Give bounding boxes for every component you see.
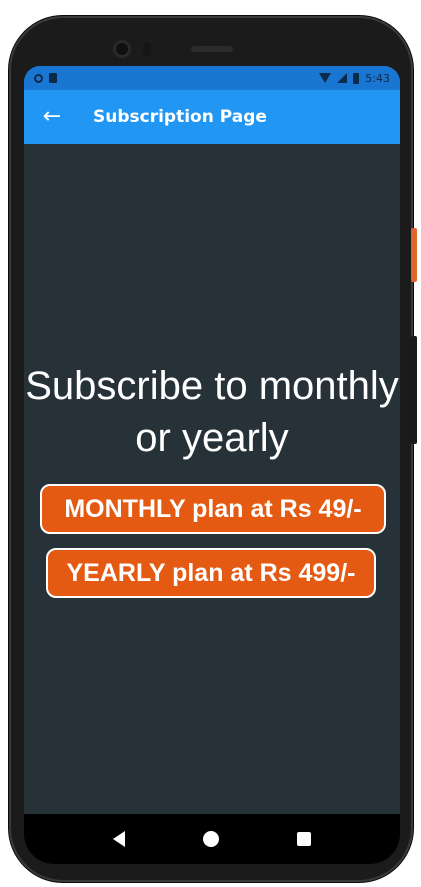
yearly-plan-button[interactable]: YEARLY plan at Rs 499/-	[46, 548, 376, 598]
earpiece-speaker	[191, 46, 233, 52]
main-content: Subscribe to monthly or yearly MONTHLY p…	[24, 144, 400, 814]
status-bar: 5:43	[24, 66, 400, 90]
sim-icon	[49, 73, 57, 83]
page-title: Subscription Page	[93, 107, 267, 127]
front-camera	[113, 40, 131, 58]
app-bar: ← Subscription Page	[24, 90, 400, 144]
status-time: 5:43	[365, 71, 390, 85]
arrow-left-icon[interactable]: ←	[24, 90, 80, 144]
home-circle-icon[interactable]	[203, 831, 219, 847]
proximity-sensor	[143, 42, 151, 56]
power-button	[411, 228, 417, 282]
signal-icon	[337, 73, 348, 83]
battery-icon	[353, 72, 360, 84]
navigation-bar	[24, 814, 400, 864]
back-triangle-icon[interactable]	[113, 831, 125, 847]
subscribe-headline: Subscribe to monthly or yearly	[25, 364, 399, 460]
wifi-icon	[319, 73, 332, 83]
monthly-plan-button[interactable]: MONTHLY plan at Rs 49/-	[40, 484, 386, 534]
circle-icon	[34, 73, 43, 83]
recents-square-icon[interactable]	[297, 832, 311, 846]
volume-button	[411, 336, 417, 444]
screen: 5:43 ← Subscription Page Subscribe to mo…	[24, 66, 400, 864]
